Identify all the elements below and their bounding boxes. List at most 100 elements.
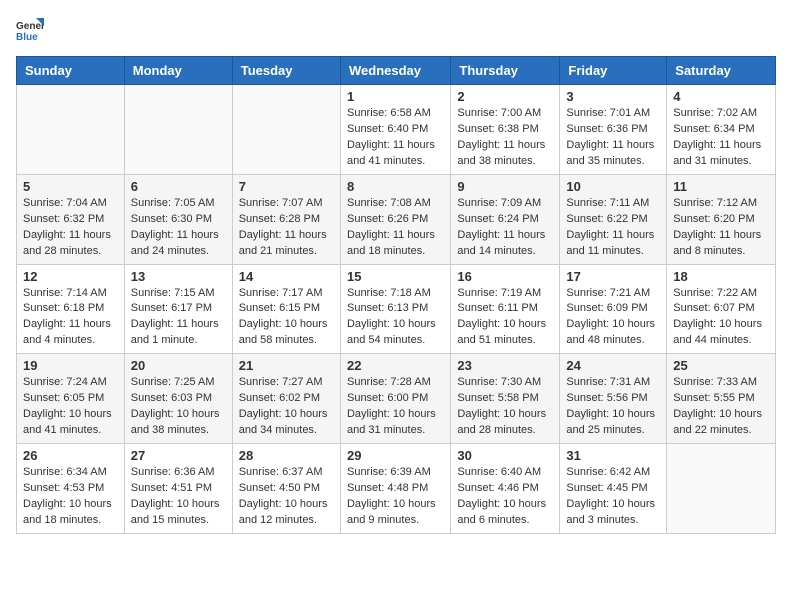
sunrise-text: Sunrise: 7:05 AM bbox=[131, 197, 215, 209]
calendar-cell: 19 Sunrise: 7:24 AM Sunset: 6:05 PM Dayl… bbox=[17, 354, 125, 444]
day-info: Sunrise: 7:05 AM Sunset: 6:30 PM Dayligh… bbox=[131, 196, 226, 260]
daylight-text: Daylight: 10 hours and 25 minutes. bbox=[566, 408, 655, 436]
sunset-text: Sunset: 6:24 PM bbox=[457, 213, 538, 225]
sunrise-text: Sunrise: 7:09 AM bbox=[457, 197, 541, 209]
calendar-cell: 1 Sunrise: 6:58 AM Sunset: 6:40 PM Dayli… bbox=[340, 85, 450, 175]
daylight-text: Daylight: 10 hours and 22 minutes. bbox=[673, 408, 762, 436]
logo: General Blue bbox=[16, 16, 48, 44]
calendar-cell: 23 Sunrise: 7:30 AM Sunset: 5:58 PM Dayl… bbox=[451, 354, 560, 444]
day-info: Sunrise: 7:31 AM Sunset: 5:56 PM Dayligh… bbox=[566, 375, 660, 439]
daylight-text: Daylight: 10 hours and 3 minutes. bbox=[566, 498, 655, 526]
calendar-cell: 25 Sunrise: 7:33 AM Sunset: 5:55 PM Dayl… bbox=[667, 354, 776, 444]
daylight-text: Daylight: 11 hours and 14 minutes. bbox=[457, 229, 545, 257]
daylight-text: Daylight: 10 hours and 31 minutes. bbox=[347, 408, 436, 436]
day-number: 14 bbox=[239, 269, 334, 284]
daylight-text: Daylight: 11 hours and 11 minutes. bbox=[566, 229, 654, 257]
weekday-header-thursday: Thursday bbox=[451, 57, 560, 85]
daylight-text: Daylight: 10 hours and 12 minutes. bbox=[239, 498, 328, 526]
calendar-week-row: 19 Sunrise: 7:24 AM Sunset: 6:05 PM Dayl… bbox=[17, 354, 776, 444]
calendar-cell: 15 Sunrise: 7:18 AM Sunset: 6:13 PM Dayl… bbox=[340, 264, 450, 354]
sunset-text: Sunset: 6:02 PM bbox=[239, 392, 320, 404]
weekday-header-tuesday: Tuesday bbox=[232, 57, 340, 85]
day-info: Sunrise: 7:22 AM Sunset: 6:07 PM Dayligh… bbox=[673, 286, 769, 350]
sunrise-text: Sunrise: 7:04 AM bbox=[23, 197, 107, 209]
daylight-text: Daylight: 10 hours and 41 minutes. bbox=[23, 408, 112, 436]
sunset-text: Sunset: 6:11 PM bbox=[457, 302, 538, 314]
sunrise-text: Sunrise: 7:33 AM bbox=[673, 376, 757, 388]
day-info: Sunrise: 7:27 AM Sunset: 6:02 PM Dayligh… bbox=[239, 375, 334, 439]
calendar-cell: 8 Sunrise: 7:08 AM Sunset: 6:26 PM Dayli… bbox=[340, 174, 450, 264]
sunrise-text: Sunrise: 6:37 AM bbox=[239, 466, 323, 478]
daylight-text: Daylight: 10 hours and 44 minutes. bbox=[673, 318, 762, 346]
sunrise-text: Sunrise: 7:24 AM bbox=[23, 376, 107, 388]
day-info: Sunrise: 7:19 AM Sunset: 6:11 PM Dayligh… bbox=[457, 286, 553, 350]
calendar-cell: 3 Sunrise: 7:01 AM Sunset: 6:36 PM Dayli… bbox=[560, 85, 667, 175]
day-number: 4 bbox=[673, 89, 769, 104]
sunset-text: Sunset: 4:50 PM bbox=[239, 482, 320, 494]
sunset-text: Sunset: 6:34 PM bbox=[673, 123, 754, 135]
daylight-text: Daylight: 11 hours and 18 minutes. bbox=[347, 229, 435, 257]
day-number: 28 bbox=[239, 448, 334, 463]
calendar-table: SundayMondayTuesdayWednesdayThursdayFrid… bbox=[16, 56, 776, 534]
calendar-cell: 12 Sunrise: 7:14 AM Sunset: 6:18 PM Dayl… bbox=[17, 264, 125, 354]
day-number: 30 bbox=[457, 448, 553, 463]
calendar-cell: 2 Sunrise: 7:00 AM Sunset: 6:38 PM Dayli… bbox=[451, 85, 560, 175]
sunset-text: Sunset: 6:09 PM bbox=[566, 302, 647, 314]
day-info: Sunrise: 6:40 AM Sunset: 4:46 PM Dayligh… bbox=[457, 465, 553, 529]
day-number: 24 bbox=[566, 358, 660, 373]
day-number: 26 bbox=[23, 448, 118, 463]
daylight-text: Daylight: 10 hours and 18 minutes. bbox=[23, 498, 112, 526]
calendar-cell: 10 Sunrise: 7:11 AM Sunset: 6:22 PM Dayl… bbox=[560, 174, 667, 264]
day-info: Sunrise: 7:04 AM Sunset: 6:32 PM Dayligh… bbox=[23, 196, 118, 260]
sunrise-text: Sunrise: 7:31 AM bbox=[566, 376, 650, 388]
daylight-text: Daylight: 10 hours and 28 minutes. bbox=[457, 408, 546, 436]
sunrise-text: Sunrise: 7:11 AM bbox=[566, 197, 649, 209]
day-info: Sunrise: 7:11 AM Sunset: 6:22 PM Dayligh… bbox=[566, 196, 660, 260]
day-number: 12 bbox=[23, 269, 118, 284]
sunrise-text: Sunrise: 6:34 AM bbox=[23, 466, 107, 478]
day-number: 2 bbox=[457, 89, 553, 104]
daylight-text: Daylight: 11 hours and 28 minutes. bbox=[23, 229, 111, 257]
sunrise-text: Sunrise: 7:19 AM bbox=[457, 287, 541, 299]
calendar-week-row: 26 Sunrise: 6:34 AM Sunset: 4:53 PM Dayl… bbox=[17, 444, 776, 534]
sunset-text: Sunset: 6:40 PM bbox=[347, 123, 428, 135]
weekday-header-friday: Friday bbox=[560, 57, 667, 85]
sunset-text: Sunset: 4:53 PM bbox=[23, 482, 104, 494]
sunset-text: Sunset: 5:56 PM bbox=[566, 392, 647, 404]
calendar-week-row: 12 Sunrise: 7:14 AM Sunset: 6:18 PM Dayl… bbox=[17, 264, 776, 354]
daylight-text: Daylight: 11 hours and 38 minutes. bbox=[457, 139, 545, 167]
sunrise-text: Sunrise: 7:12 AM bbox=[673, 197, 757, 209]
day-number: 17 bbox=[566, 269, 660, 284]
calendar-cell bbox=[232, 85, 340, 175]
day-info: Sunrise: 6:34 AM Sunset: 4:53 PM Dayligh… bbox=[23, 465, 118, 529]
daylight-text: Daylight: 11 hours and 41 minutes. bbox=[347, 139, 435, 167]
sunset-text: Sunset: 6:22 PM bbox=[566, 213, 647, 225]
page-header: General Blue bbox=[16, 16, 776, 44]
daylight-text: Daylight: 11 hours and 21 minutes. bbox=[239, 229, 327, 257]
sunrise-text: Sunrise: 7:21 AM bbox=[566, 287, 650, 299]
sunset-text: Sunset: 6:38 PM bbox=[457, 123, 538, 135]
daylight-text: Daylight: 10 hours and 54 minutes. bbox=[347, 318, 436, 346]
day-info: Sunrise: 7:25 AM Sunset: 6:03 PM Dayligh… bbox=[131, 375, 226, 439]
day-info: Sunrise: 7:00 AM Sunset: 6:38 PM Dayligh… bbox=[457, 106, 553, 170]
sunrise-text: Sunrise: 7:22 AM bbox=[673, 287, 757, 299]
sunrise-text: Sunrise: 6:39 AM bbox=[347, 466, 431, 478]
sunrise-text: Sunrise: 6:36 AM bbox=[131, 466, 215, 478]
day-number: 21 bbox=[239, 358, 334, 373]
sunset-text: Sunset: 6:18 PM bbox=[23, 302, 104, 314]
day-number: 13 bbox=[131, 269, 226, 284]
calendar-cell bbox=[17, 85, 125, 175]
day-number: 31 bbox=[566, 448, 660, 463]
daylight-text: Daylight: 11 hours and 1 minute. bbox=[131, 318, 219, 346]
day-number: 29 bbox=[347, 448, 444, 463]
calendar-week-row: 5 Sunrise: 7:04 AM Sunset: 6:32 PM Dayli… bbox=[17, 174, 776, 264]
calendar-cell: 21 Sunrise: 7:27 AM Sunset: 6:02 PM Dayl… bbox=[232, 354, 340, 444]
day-info: Sunrise: 7:17 AM Sunset: 6:15 PM Dayligh… bbox=[239, 286, 334, 350]
calendar-cell: 20 Sunrise: 7:25 AM Sunset: 6:03 PM Dayl… bbox=[124, 354, 232, 444]
sunset-text: Sunset: 6:07 PM bbox=[673, 302, 754, 314]
day-number: 3 bbox=[566, 89, 660, 104]
day-info: Sunrise: 7:33 AM Sunset: 5:55 PM Dayligh… bbox=[673, 375, 769, 439]
sunset-text: Sunset: 6:17 PM bbox=[131, 302, 212, 314]
calendar-cell: 17 Sunrise: 7:21 AM Sunset: 6:09 PM Dayl… bbox=[560, 264, 667, 354]
day-number: 23 bbox=[457, 358, 553, 373]
